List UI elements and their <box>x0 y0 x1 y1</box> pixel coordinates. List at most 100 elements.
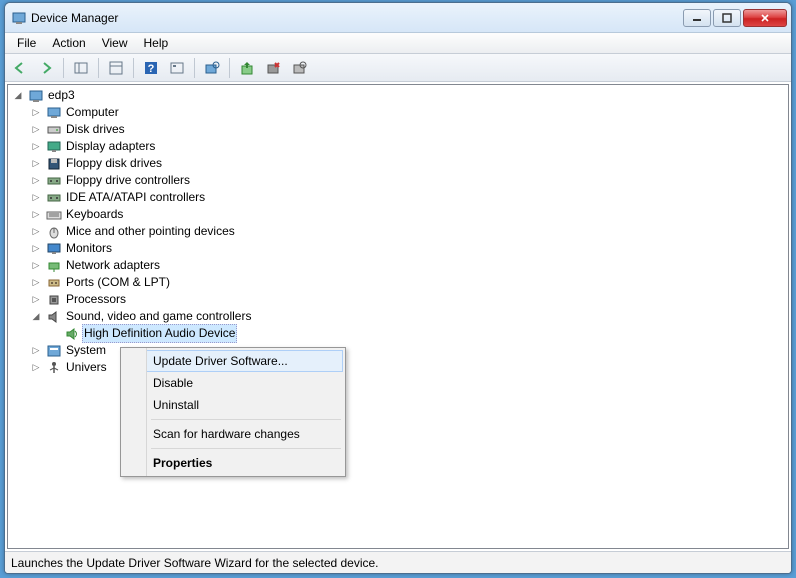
computer-icon <box>46 105 62 121</box>
expander-icon[interactable]: ▷ <box>30 175 42 187</box>
cpu-icon <box>46 292 62 308</box>
display-icon <box>46 139 62 155</box>
tree-category[interactable]: ▷ IDE ATA/ATAPI controllers <box>8 189 788 206</box>
menu-action[interactable]: Action <box>44 34 93 52</box>
usb-icon <box>46 360 62 376</box>
tree-category[interactable]: ▷ Disk drives <box>8 121 788 138</box>
forward-button[interactable] <box>35 57 57 79</box>
tree-node-label: Sound, video and game controllers <box>64 308 253 325</box>
toolbar-separator <box>63 58 64 78</box>
context-menu-item[interactable]: Disable <box>123 372 343 394</box>
tree-category[interactable]: ▷ Monitors <box>8 240 788 257</box>
device-manager-window: Device Manager File Action View Help ? ◢ <box>4 2 792 574</box>
tree-category[interactable]: ▷ Keyboards <box>8 206 788 223</box>
expander-icon[interactable]: ▷ <box>30 226 42 238</box>
tree-node-label: Mice and other pointing devices <box>64 223 237 240</box>
uninstall-button[interactable] <box>262 57 284 79</box>
expander-icon[interactable]: ▷ <box>30 158 42 170</box>
tree-category[interactable]: ▷ Network adapters <box>8 257 788 274</box>
expander-icon[interactable]: ◢ <box>30 311 42 323</box>
context-menu-item[interactable]: Properties <box>123 452 343 474</box>
properties-button[interactable] <box>105 57 127 79</box>
context-menu-separator <box>151 419 341 420</box>
action-button[interactable] <box>166 57 188 79</box>
maximize-button[interactable] <box>713 9 741 27</box>
expander-icon[interactable]: ▷ <box>30 141 42 153</box>
system-icon <box>46 343 62 359</box>
tree-node-label: High Definition Audio Device <box>82 324 237 343</box>
disable-button[interactable] <box>288 57 310 79</box>
tree-node-label: edp3 <box>46 87 77 104</box>
tree-device[interactable]: High Definition Audio Device <box>8 325 788 342</box>
expander-icon[interactable]: ▷ <box>30 192 42 204</box>
speaker-icon <box>64 326 80 342</box>
controller-icon <box>46 190 62 206</box>
menu-help[interactable]: Help <box>136 34 177 52</box>
toolbar-separator <box>98 58 99 78</box>
help-button[interactable]: ? <box>140 57 162 79</box>
device-tree[interactable]: ◢edp3▷Computer▷Disk drives▷Display adapt… <box>7 84 789 549</box>
tree-category[interactable]: ▷ Mice and other pointing devices <box>8 223 788 240</box>
expander-icon[interactable]: ▷ <box>30 107 42 119</box>
window-controls <box>683 9 787 27</box>
tree-node-label: System <box>64 342 108 359</box>
back-button[interactable] <box>9 57 31 79</box>
floppy-icon <box>46 156 62 172</box>
expander-icon[interactable]: ▷ <box>30 345 42 357</box>
context-menu-gutter <box>121 348 147 476</box>
context-menu-item[interactable]: Update Driver Software... <box>123 350 343 372</box>
tree-node-label: Ports (COM & LPT) <box>64 274 172 291</box>
expander-icon[interactable]: ▷ <box>30 294 42 306</box>
tree-category[interactable]: ◢ Sound, video and game controllers <box>8 308 788 325</box>
menu-file[interactable]: File <box>9 34 44 52</box>
tree-node-label: Processors <box>64 291 128 308</box>
scan-button[interactable] <box>201 57 223 79</box>
menu-view[interactable]: View <box>94 34 136 52</box>
tree-node-label: Floppy disk drives <box>64 155 164 172</box>
expander-icon[interactable]: ▷ <box>30 362 42 374</box>
tree-category[interactable]: ▷ Ports (COM & LPT) <box>8 274 788 291</box>
tree-node-label: Display adapters <box>64 138 157 155</box>
tree-node-label: Keyboards <box>64 206 125 223</box>
minimize-button[interactable] <box>683 9 711 27</box>
close-button[interactable] <box>743 9 787 27</box>
expander-icon[interactable]: ▷ <box>30 243 42 255</box>
toolbar: ? <box>5 54 791 82</box>
tree-node-label: Disk drives <box>64 121 127 138</box>
menubar: File Action View Help <box>5 33 791 54</box>
window-title: Device Manager <box>31 11 683 25</box>
tree-category[interactable]: ▷Computer <box>8 104 788 121</box>
pc-icon <box>28 88 44 104</box>
tree-node-label: Monitors <box>64 240 114 257</box>
context-menu-separator <box>151 448 341 449</box>
expander-icon[interactable]: ▷ <box>30 124 42 136</box>
tree-root[interactable]: ◢ edp3 <box>8 87 788 104</box>
disk-icon <box>46 122 62 138</box>
mouse-icon <box>46 224 62 240</box>
keyboard-icon <box>46 207 62 223</box>
tree-category[interactable]: ▷ Floppy disk drives <box>8 155 788 172</box>
context-menu-item[interactable]: Scan for hardware changes <box>123 423 343 445</box>
status-text: Launches the Update Driver Software Wiza… <box>11 556 379 570</box>
tree-node-label: IDE ATA/ATAPI controllers <box>64 189 207 206</box>
tree-node-label: Network adapters <box>64 257 162 274</box>
tree-category[interactable]: ▷ Display adapters <box>8 138 788 155</box>
update-driver-button[interactable] <box>236 57 258 79</box>
tree-category[interactable]: ▷ Processors <box>8 291 788 308</box>
expander-icon[interactable]: ▷ <box>30 260 42 272</box>
toolbar-separator <box>194 58 195 78</box>
tree-node-label: Univers <box>64 359 109 376</box>
show-hide-tree-button[interactable] <box>70 57 92 79</box>
context-menu-item[interactable]: Uninstall <box>123 394 343 416</box>
expander-icon[interactable]: ◢ <box>12 90 24 102</box>
expander-icon[interactable]: ▷ <box>30 277 42 289</box>
port-icon <box>46 275 62 291</box>
expander-icon[interactable] <box>48 328 60 340</box>
sound-icon <box>46 309 62 325</box>
expander-icon[interactable]: ▷ <box>30 209 42 221</box>
tree-category[interactable]: ▷Floppy drive controllers <box>8 172 788 189</box>
app-icon <box>11 10 27 26</box>
controller-icon <box>46 173 62 189</box>
monitor-icon <box>46 241 62 257</box>
network-icon <box>46 258 62 274</box>
